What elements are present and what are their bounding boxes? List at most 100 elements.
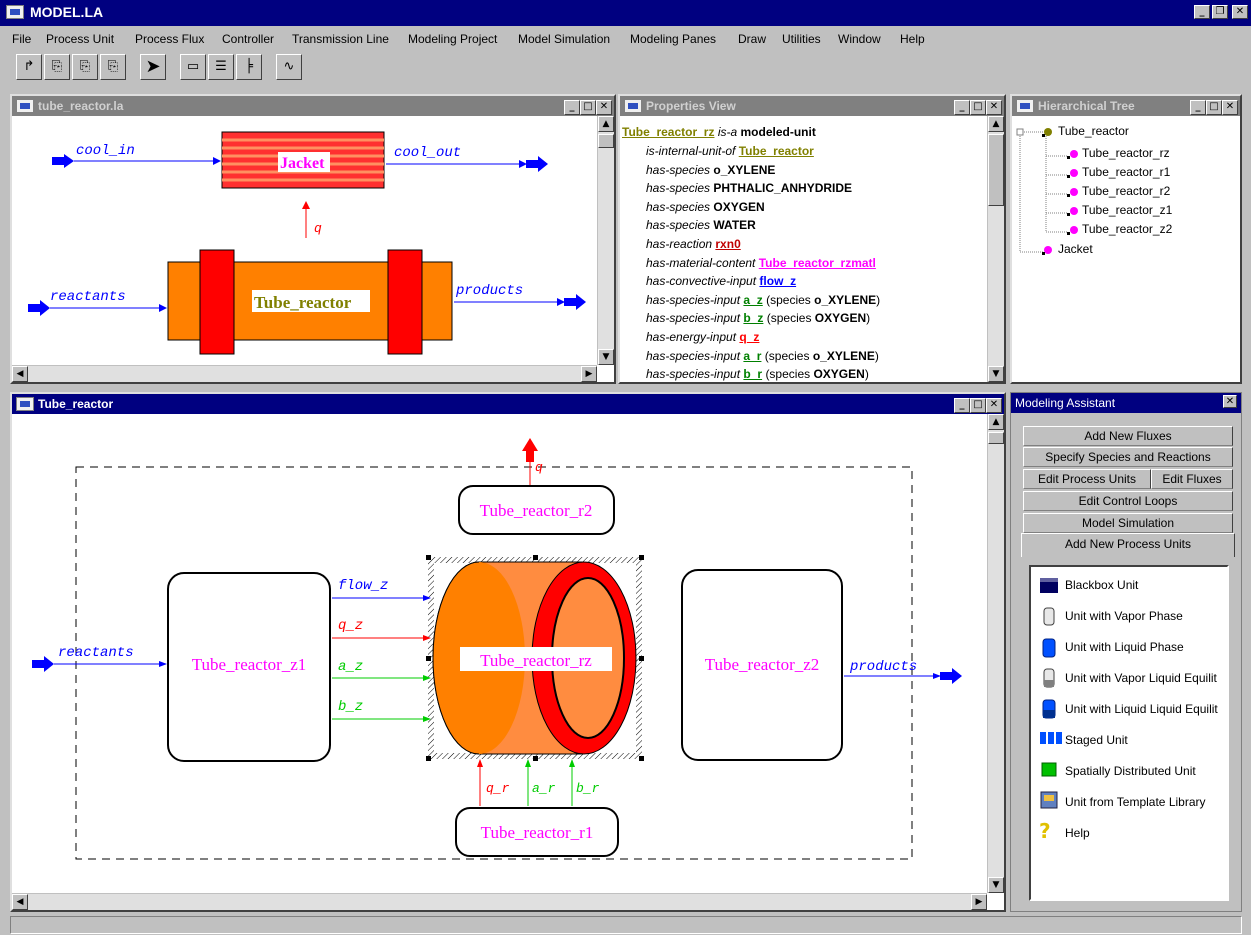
menu-help[interactable]: Help [900,32,925,46]
property-value[interactable]: flow_z [759,274,796,288]
restore-button[interactable]: ❐ [1212,5,1228,19]
close-button[interactable]: ✕ [1222,100,1238,115]
properties-list: Tube_reactor_rz is-a modeled-unit is-int… [622,118,984,382]
scroll-thumb[interactable] [598,134,614,148]
properties-header: Tube_reactor_rz is-a modeled-unit [622,125,816,139]
property-value[interactable]: b_r [743,367,762,381]
simulation-graph-icon[interactable]: ∿ [276,54,302,80]
property-value[interactable]: rxn0 [715,237,740,251]
minimize-button[interactable]: _ [564,100,580,115]
property-relation: has-species-input [646,311,741,326]
close-button[interactable]: ✕ [986,100,1002,115]
tree-item-r2[interactable]: Tube_reactor_r2 [1082,184,1170,198]
menu-process-flux[interactable]: Process Flux [135,32,204,46]
property-row: has-species-input b_r (species OXYGEN) [646,367,869,381]
pointer-icon[interactable]: ➤ [140,54,166,80]
minimize-button[interactable]: _ [1190,100,1206,115]
b-r-label: b_r [576,781,600,796]
tree-view-icon[interactable]: ╞ [236,54,262,80]
close-button[interactable]: ✕ [596,100,612,115]
tab-model-simulation[interactable]: Model Simulation [1023,513,1233,533]
property-value[interactable]: a_r [743,349,761,363]
property-value[interactable]: b_z [743,311,763,325]
scroll-down-icon[interactable]: ▼ [988,366,1004,382]
maximize-button[interactable]: □ [970,398,986,413]
menu-transmission-line[interactable]: Transmission Line [292,32,389,46]
property-value[interactable]: Tube_reactor [739,144,814,158]
property-relation: has-species [646,162,711,177]
menu-model-simulation[interactable]: Model Simulation [518,32,610,46]
diagram-horizontal-scrollbar[interactable]: ◀ ▶ [12,893,987,910]
menu-modeling-project[interactable]: Modeling Project [408,32,497,46]
property-value[interactable]: Tube_reactor_rzmatl [759,256,876,270]
tab-edit-control-loops[interactable]: Edit Control Loops [1023,491,1233,511]
unit-type-liquid-phase[interactable]: Unit with Liquid Phase [1065,640,1184,654]
diagram-vertical-scrollbar[interactable]: ▲ ▼ [987,414,1004,893]
unit-type-vapor-liquid[interactable]: Unit with Vapor Liquid Equilit [1065,671,1217,685]
properties-titlebar: Properties View _ □ ✕ [620,96,1004,116]
property-value[interactable]: q_z [739,330,759,344]
reactor-vertical-scrollbar[interactable]: ▲ ▼ [597,116,614,365]
tab-edit-process-units[interactable]: Edit Process Units [1023,469,1151,489]
property-row: has-energy-input q_z [646,330,759,344]
properties-view-icon[interactable]: ☰ [208,54,234,80]
menu-controller[interactable]: Controller [222,32,274,46]
new-file-icon[interactable]: ↱ [16,54,42,80]
maximize-button[interactable]: □ [970,100,986,115]
diagram-titlebar: Tube_reactor _ □ ✕ [12,394,1004,414]
tab-edit-fluxes[interactable]: Edit Fluxes [1151,469,1233,489]
unit-type-vapor-phase[interactable]: Unit with Vapor Phase [1065,609,1183,623]
menu-window[interactable]: Window [838,32,881,46]
maximize-button[interactable]: □ [580,100,596,115]
property-value: o_XYLENE [713,162,776,177]
scroll-up-icon[interactable]: ▲ [598,116,614,132]
scroll-thumb[interactable] [988,134,1004,206]
close-button[interactable]: ✕ [986,398,1002,413]
scroll-right-icon[interactable]: ▶ [581,366,597,382]
tree-item-z2[interactable]: Tube_reactor_z2 [1082,222,1172,236]
scroll-down-icon[interactable]: ▼ [988,877,1004,893]
scroll-down-icon[interactable]: ▼ [598,349,614,365]
menu-draw[interactable]: Draw [738,32,766,46]
scroll-left-icon[interactable]: ◀ [12,366,28,382]
menu-modeling-panes[interactable]: Modeling Panes [630,32,716,46]
scroll-left-icon[interactable]: ◀ [12,894,28,910]
tree-item-rz[interactable]: Tube_reactor_rz [1082,146,1170,160]
draw-view-icon[interactable]: ▭ [180,54,206,80]
unit-type-spatially-distributed[interactable]: Spatially Distributed Unit [1065,764,1196,778]
tree-item-r1[interactable]: Tube_reactor_r1 [1082,165,1170,179]
maximize-button[interactable]: □ [1206,100,1222,115]
minimize-button[interactable]: _ [954,398,970,413]
scroll-thumb[interactable] [988,432,1004,444]
unit-type-staged[interactable]: Staged Unit [1065,733,1128,747]
save-file-icon[interactable]: ⎘ [72,54,98,80]
tree-root-tube-reactor[interactable]: Tube_reactor [1058,124,1129,138]
property-value[interactable]: a_z [743,293,762,307]
unit-type-liquid-liquid[interactable]: Unit with Liquid Liquid Equilit [1065,702,1218,716]
tab-add-new-process-units[interactable]: Add New Process Units [1021,533,1235,557]
assistant-titlebar: Modeling Assistant ✕ [1011,393,1241,413]
open-file-icon[interactable]: ⎘ [44,54,70,80]
scroll-right-icon[interactable]: ▶ [971,894,987,910]
menu-utilities[interactable]: Utilities [782,32,821,46]
scroll-up-icon[interactable]: ▲ [988,116,1004,132]
save-as-icon[interactable]: ⎘ [100,54,126,80]
minimize-button[interactable]: _ [954,100,970,115]
close-button[interactable]: ✕ [1223,395,1237,408]
tree-item-jacket[interactable]: Jacket [1058,242,1093,256]
subject-link[interactable]: Tube_reactor_rz [622,125,714,139]
close-button[interactable]: ✕ [1232,5,1248,19]
minimize-button[interactable]: _ [1194,5,1210,19]
tree-item-z1[interactable]: Tube_reactor_z1 [1082,203,1172,217]
scroll-up-icon[interactable]: ▲ [988,414,1004,430]
properties-vertical-scrollbar[interactable]: ▲ ▼ [987,116,1004,382]
menu-process-unit[interactable]: Process Unit [46,32,114,46]
unit-type-help[interactable]: Help [1065,826,1090,840]
tab-add-new-fluxes[interactable]: Add New Fluxes [1023,426,1233,446]
menu-file[interactable]: File [12,32,31,46]
unit-type-blackbox[interactable]: Blackbox Unit [1065,578,1138,592]
unit-type-template-library[interactable]: Unit from Template Library [1065,795,1206,809]
reactor-horizontal-scrollbar[interactable]: ◀ ▶ [12,365,597,382]
tab-species-reactions[interactable]: Specify Species and Reactions [1023,447,1233,467]
properties-title: Properties View [646,99,736,113]
